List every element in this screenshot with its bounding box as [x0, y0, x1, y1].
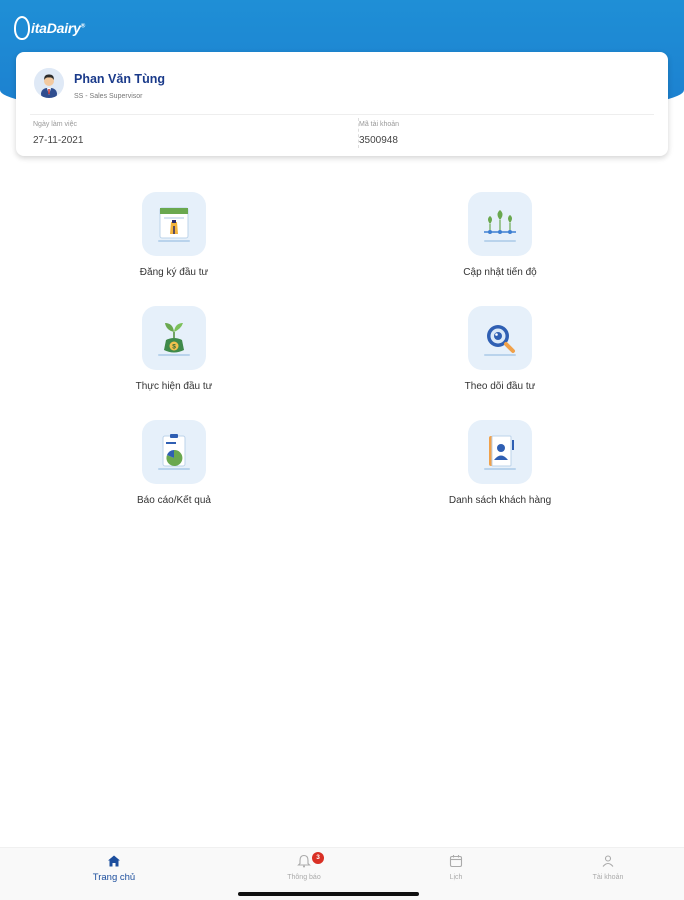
nav-account[interactable]: Tài khoản	[548, 854, 668, 881]
vitadairy-logo: itaDairy®	[14, 14, 85, 42]
user-name: Phan Văn Tùng	[74, 72, 165, 86]
logo-mark-icon	[14, 16, 30, 40]
progress-update-icon	[468, 192, 532, 256]
nav-home[interactable]: Trang chủ	[54, 854, 174, 883]
home-icon	[108, 855, 120, 867]
report-icon	[142, 420, 206, 484]
divider	[30, 114, 654, 115]
nav-label: Lịch	[449, 874, 463, 881]
menu-tile-reports[interactable]: Báo cáo/Kết quả	[74, 420, 274, 506]
work-date-label: Ngày làm việc	[33, 121, 77, 128]
nav-calendar[interactable]: Lịch	[396, 854, 516, 881]
nav-label: Tài khoản	[592, 874, 624, 881]
work-date-value: 27-11-2021	[33, 135, 84, 146]
contact-book-icon	[468, 420, 532, 484]
bell-icon	[297, 854, 311, 868]
account-value: 3500948	[359, 135, 398, 146]
menu-label: Danh sách khách hàng	[448, 495, 552, 506]
menu-label: Theo dõi đầu tư	[464, 381, 536, 392]
svg-text:$: $	[172, 344, 176, 351]
menu-tile-customer-list[interactable]: Danh sách khách hàng	[400, 420, 600, 506]
magnifier-icon	[468, 306, 532, 370]
profile-card: Phan Văn Tùng SS - Sales Supervisor Ngày…	[16, 52, 668, 156]
nav-label: Thông báo	[287, 874, 321, 881]
user-role: SS - Sales Supervisor	[74, 93, 143, 100]
logo-text: itaDairy®	[31, 20, 85, 36]
notification-badge: 3	[312, 852, 324, 864]
money-plant-icon: $	[142, 306, 206, 370]
menu-tile-track-investment[interactable]: Theo dõi đầu tư	[400, 306, 600, 392]
investment-register-icon	[142, 192, 206, 256]
menu-label: Đăng ký đầu tư	[139, 267, 209, 278]
home-indicator	[238, 892, 419, 896]
avatar	[34, 68, 64, 98]
account-label: Mã tài khoản	[359, 121, 400, 128]
user-avatar-icon	[34, 68, 64, 98]
menu-label: Báo cáo/Kết quả	[137, 495, 211, 506]
menu-label: Cập nhật tiến độ	[463, 267, 537, 278]
nav-label: Trang chủ	[92, 872, 136, 883]
nav-notifications[interactable]: 3 Thông báo	[244, 852, 364, 881]
menu-tile-execute-investment[interactable]: $ Thực hiện đầu tư	[74, 306, 274, 392]
menu-label: Thực hiện đầu tư	[135, 381, 213, 392]
menu-tile-register-investment[interactable]: Đăng ký đầu tư	[74, 192, 274, 278]
calendar-icon	[449, 855, 463, 868]
user-icon	[602, 855, 614, 867]
menu-tile-update-progress[interactable]: Cập nhật tiến độ	[400, 192, 600, 278]
